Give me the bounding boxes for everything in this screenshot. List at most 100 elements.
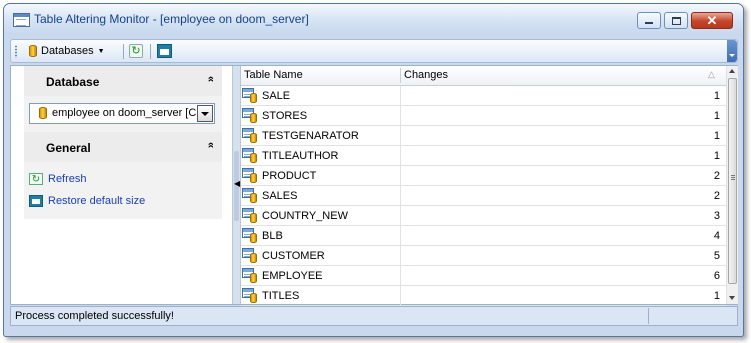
table-row[interactable]: SALE 1 (241, 86, 726, 106)
table-icon (242, 188, 258, 203)
status-bar: Process completed successfully! (10, 306, 738, 326)
table-name-cell: SALES (262, 190, 298, 202)
refresh-icon[interactable]: ↻ (29, 173, 43, 185)
table-name-cell: COUNTRY_NEW (262, 210, 348, 222)
database-icon (39, 107, 47, 119)
table-row[interactable]: COUNTRY_NEW 3 (241, 206, 726, 226)
cell-divider (400, 166, 401, 186)
table-app-icon (13, 13, 30, 27)
refresh-link[interactable]: Refresh (48, 173, 87, 185)
table-row[interactable]: EMPLOYEE 6 (241, 266, 726, 286)
title-bar[interactable]: Table Altering Monitor - [employee on do… (4, 4, 743, 34)
table-icon (242, 248, 258, 263)
table-name-cell: TITLES (262, 290, 300, 302)
minimize-button[interactable] (637, 12, 661, 29)
table-name-cell: SALE (262, 90, 291, 102)
cell-divider (400, 206, 401, 226)
table-icon (242, 108, 258, 123)
cell-divider (400, 86, 401, 106)
cell-divider (400, 286, 401, 306)
refresh-toolbar-button[interactable]: ↻ (129, 44, 143, 58)
maximize-icon (672, 17, 681, 25)
database-select-value: employee on doom_server [C (52, 107, 197, 119)
table-icon (242, 228, 258, 243)
cell-divider (400, 106, 401, 126)
restore-size-toolbar-button[interactable] (157, 44, 172, 58)
changes-count-cell: 2 (713, 170, 720, 182)
general-panel-header[interactable]: General » (24, 132, 222, 162)
collapse-chevron-icon[interactable]: » (205, 76, 217, 82)
databases-dropdown-button[interactable]: Databases ▼ (25, 42, 109, 60)
table-row[interactable]: STORES 1 (241, 106, 726, 126)
close-button[interactable]: ✕ (691, 12, 733, 29)
changes-count-cell: 5 (713, 250, 720, 262)
minimize-icon (645, 22, 653, 24)
table-name-cell: PRODUCT (262, 170, 317, 182)
database-icon (29, 45, 37, 57)
scroll-up-arrow-icon[interactable] (729, 69, 735, 73)
database-panel-body: employee on doom_server [C (24, 96, 222, 132)
status-message: Process completed successfully! (15, 310, 174, 322)
database-panel-title: Database (46, 75, 100, 89)
column-header-table-name[interactable]: Table Name (244, 69, 303, 81)
dropdown-arrow-icon: ▼ (97, 47, 105, 55)
cell-divider (400, 266, 401, 286)
databases-label: Databases (41, 45, 94, 57)
sort-indicator-icon: △ (708, 69, 715, 79)
table-icon (242, 168, 258, 183)
table-name-cell: TESTGENARATOR (262, 130, 359, 142)
database-select[interactable]: employee on doom_server [C (29, 103, 215, 124)
table-name-cell: TITLEAUTHOR (262, 150, 339, 162)
toolbar-grip-handle[interactable] (15, 45, 17, 58)
table-name-cell: BLB (262, 230, 283, 242)
table-row[interactable]: PRODUCT 2 (241, 166, 726, 186)
database-panel-header[interactable]: Database » (24, 66, 222, 96)
table-row[interactable]: TITLES 1 (241, 286, 726, 306)
changes-count-cell: 1 (713, 150, 720, 162)
cell-divider (400, 126, 401, 146)
table-icon (242, 288, 258, 303)
restore-default-size-link[interactable]: Restore default size (48, 195, 145, 207)
changes-count-cell: 1 (713, 90, 720, 102)
table-icon (242, 208, 258, 223)
column-divider[interactable] (400, 68, 401, 83)
restore-size-icon[interactable] (29, 195, 43, 207)
maximize-button[interactable] (664, 12, 688, 29)
table-icon (242, 268, 258, 283)
column-header-changes[interactable]: Changes (404, 69, 448, 81)
pane-splitter[interactable]: ◀ (232, 66, 241, 304)
table-name-cell: STORES (262, 110, 308, 122)
status-bar-separator (648, 308, 649, 324)
scroll-down-arrow-icon[interactable] (729, 296, 735, 300)
table-row[interactable]: TITLEAUTHOR 1 (241, 146, 726, 166)
window-title: Table Altering Monitor - [employee on do… (34, 12, 309, 26)
table-icon (242, 88, 258, 103)
table-row[interactable]: BLB 4 (241, 226, 726, 246)
table-icon (242, 128, 258, 143)
collapse-chevron-icon[interactable]: » (205, 142, 217, 148)
toolbar-separator (150, 44, 151, 59)
table-row[interactable]: CUSTOMER 5 (241, 246, 726, 266)
content-area: Database » employee on doom_server [C Ge… (10, 65, 738, 306)
cell-divider (400, 246, 401, 266)
table-name-cell: EMPLOYEE (262, 270, 323, 282)
scrollbar-thumb[interactable] (728, 78, 737, 284)
table-row[interactable]: SALES 2 (241, 186, 726, 206)
general-panel-body: ↻ Refresh Restore default size (24, 162, 222, 219)
table-name-cell: CUSTOMER (262, 250, 325, 262)
table-icon (242, 148, 258, 163)
table-altering-monitor-window: Table Altering Monitor - [employee on do… (3, 3, 744, 337)
changes-count-cell: 1 (713, 130, 720, 142)
toolbar-overflow-button[interactable] (727, 40, 737, 62)
database-select-dropdown-button[interactable] (197, 105, 213, 122)
changes-count-cell: 1 (713, 110, 720, 122)
table-row[interactable]: TESTGENARATOR 1 (241, 126, 726, 146)
collapse-left-arrow-icon[interactable]: ◀ (234, 179, 240, 188)
navigation-pane: Database » employee on doom_server [C Ge… (11, 66, 232, 304)
tables-grid: Table Name Changes △ SALE 1 STORES 1 TESTGEN… (241, 66, 726, 306)
vertical-scrollbar[interactable] (726, 66, 738, 304)
cell-divider (400, 226, 401, 246)
changes-count-cell: 3 (713, 210, 720, 222)
close-icon: ✕ (706, 13, 718, 28)
toolbar-separator (123, 44, 124, 59)
